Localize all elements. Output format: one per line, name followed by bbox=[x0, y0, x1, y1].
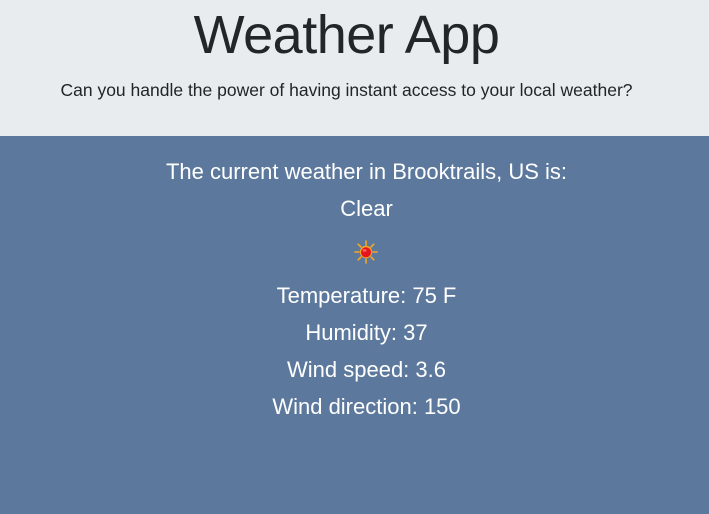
weather-panel: The current weather in Brooktrails, US i… bbox=[0, 136, 709, 514]
sun-icon bbox=[354, 240, 378, 264]
header-lead-text: Can you handle the power of having insta… bbox=[60, 80, 633, 100]
wind-direction-reading: Wind direction: 150 bbox=[272, 394, 461, 419]
page-title: Weather App bbox=[193, 5, 500, 65]
wind-speed-reading: Wind speed: 3.6 bbox=[287, 357, 446, 382]
location-heading: The current weather in Brooktrails, US i… bbox=[165, 159, 568, 184]
weather-condition: Clear bbox=[340, 196, 393, 221]
header-jumbotron: Weather App Can you handle the power of … bbox=[0, 0, 709, 136]
humidity-reading: Humidity: 37 bbox=[305, 320, 428, 345]
temperature-reading: Temperature: 75 F bbox=[276, 283, 457, 308]
